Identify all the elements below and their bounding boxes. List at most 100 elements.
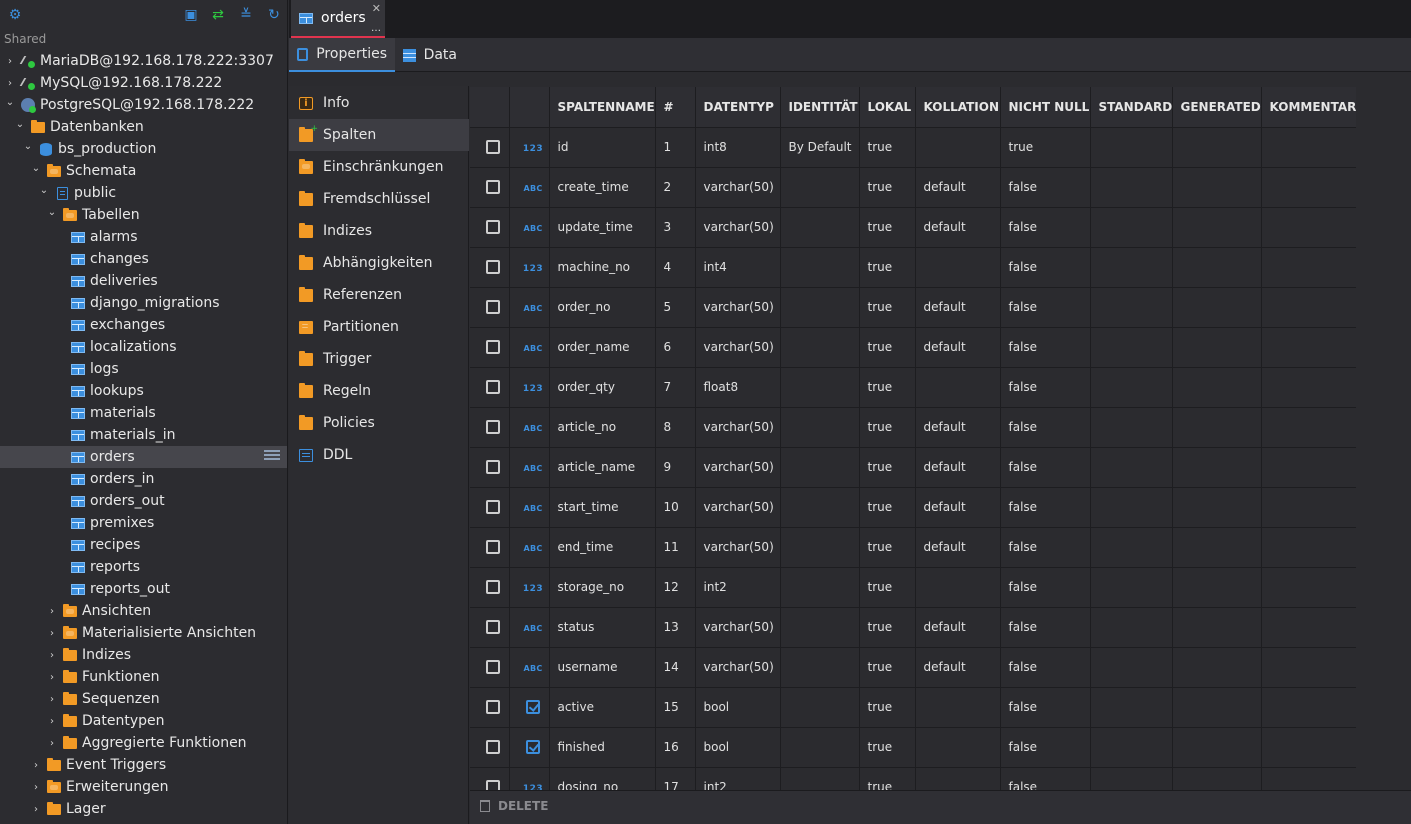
cell-comment[interactable] [1261, 647, 1356, 688]
cell-column-name[interactable]: create_time [549, 167, 656, 208]
chevron-right-icon[interactable]: › [4, 56, 16, 67]
cell-column-name[interactable]: active [549, 687, 656, 728]
tree-folder-aggregierte-funktionen[interactable]: › Aggregierte Funktionen [0, 732, 287, 754]
cell-generated[interactable] [1172, 487, 1262, 528]
cell-generated[interactable] [1172, 327, 1262, 368]
cell-datatype[interactable]: int8 [695, 127, 781, 168]
cell-position[interactable]: 10 [655, 487, 696, 528]
cell-default[interactable] [1090, 487, 1173, 528]
cell-local[interactable]: true [859, 647, 916, 688]
tree-table-exchanges[interactable]: exchanges [0, 314, 287, 336]
property-item-trigger[interactable]: Trigger [289, 343, 469, 375]
cell-position[interactable]: 1 [655, 127, 696, 168]
cell-comment[interactable] [1261, 727, 1356, 768]
row-checkbox[interactable] [486, 340, 501, 355]
column-header-standard[interactable]: STANDARD [1090, 87, 1173, 128]
cell-not-null[interactable]: false [1000, 607, 1091, 648]
cell-column-name[interactable]: status [549, 607, 656, 648]
column-header-spaltenname[interactable]: SPALTENNAME [549, 87, 656, 128]
row-checkbox[interactable] [486, 660, 501, 675]
tree-table-materials[interactable]: materials [0, 402, 287, 424]
cell-identity[interactable] [780, 367, 860, 408]
cell-datatype[interactable]: varchar(50) [695, 207, 781, 248]
chevron-right-icon[interactable]: › [30, 760, 42, 771]
cell-local[interactable]: true [859, 567, 916, 608]
property-item-info[interactable]: i Info [289, 87, 469, 119]
row-checkbox[interactable] [486, 580, 501, 595]
chevron-down-icon[interactable]: ⌄ [38, 185, 50, 196]
cell-position[interactable]: 17 [655, 767, 696, 790]
cell-comment[interactable] [1261, 407, 1356, 448]
cell-generated[interactable] [1172, 527, 1262, 568]
cell-comment[interactable] [1261, 127, 1356, 168]
cell-position[interactable]: 4 [655, 247, 696, 288]
cell-local[interactable]: true [859, 767, 916, 790]
cell-not-null[interactable]: true [1000, 127, 1091, 168]
cell-local[interactable]: true [859, 727, 916, 768]
cell-generated[interactable] [1172, 367, 1262, 408]
tree-table-orders-in[interactable]: orders_in [0, 468, 287, 490]
cell-not-null[interactable]: false [1000, 687, 1091, 728]
cell-position[interactable]: 13 [655, 607, 696, 648]
refresh-icon[interactable]: ↻ [265, 6, 283, 24]
connection-mariadb[interactable]: › MariaDB@192.168.178.222:3307 [0, 50, 287, 72]
cell-default[interactable] [1090, 607, 1173, 648]
connection-mysql[interactable]: › MySQL@192.168.178.222 [0, 72, 287, 94]
cell-local[interactable]: true [859, 127, 916, 168]
cell-position[interactable]: 6 [655, 327, 696, 368]
tree-folder-materialisierte-ansichten[interactable]: › Materialisierte Ansichten [0, 622, 287, 644]
cell-column-name[interactable]: start_time [549, 487, 656, 528]
cell-not-null[interactable]: false [1000, 207, 1091, 248]
chevron-down-icon[interactable]: ⌄ [4, 97, 16, 108]
cell-default[interactable] [1090, 367, 1173, 408]
cell-generated[interactable] [1172, 727, 1262, 768]
cell-datatype[interactable]: varchar(50) [695, 527, 781, 568]
cell-identity[interactable] [780, 567, 860, 608]
cell-collation[interactable]: default [915, 527, 1001, 568]
row-checkbox[interactable] [486, 780, 501, 790]
close-tab-icon[interactable]: ✕ [372, 2, 381, 15]
cell-local[interactable]: true [859, 167, 916, 208]
tree-folder-sequenzen[interactable]: › Sequenzen [0, 688, 287, 710]
chevron-right-icon[interactable]: › [46, 606, 58, 617]
cell-collation[interactable] [915, 127, 1001, 168]
cell-collation[interactable]: default [915, 407, 1001, 448]
table-row[interactable]: ABC username 14 varchar(50) true default false [470, 647, 1356, 688]
tree-table-alarms[interactable]: alarms [0, 226, 287, 248]
cell-column-name[interactable]: end_time [549, 527, 656, 568]
cell-datatype[interactable]: float8 [695, 367, 781, 408]
cell-identity[interactable] [780, 407, 860, 448]
cell-not-null[interactable]: false [1000, 327, 1091, 368]
select-column-header[interactable] [470, 87, 510, 128]
chevron-right-icon[interactable]: › [30, 782, 42, 793]
table-row[interactable]: 123 order_qty 7 float8 true false [470, 367, 1356, 408]
cell-generated[interactable] [1172, 767, 1262, 790]
cell-datatype[interactable]: varchar(50) [695, 407, 781, 448]
cell-position[interactable]: 9 [655, 447, 696, 488]
cell-not-null[interactable]: false [1000, 487, 1091, 528]
cell-identity[interactable] [780, 247, 860, 288]
cell-generated[interactable] [1172, 407, 1262, 448]
cell-comment[interactable] [1261, 367, 1356, 408]
cell-identity[interactable] [780, 487, 860, 528]
cell-not-null[interactable]: false [1000, 727, 1091, 768]
cell-default[interactable] [1090, 527, 1173, 568]
cell-local[interactable]: true [859, 367, 916, 408]
cell-generated[interactable] [1172, 687, 1262, 728]
cell-column-name[interactable]: username [549, 647, 656, 688]
column-header-nicht-null[interactable]: NICHT NULL [1000, 87, 1091, 128]
property-item-regeln[interactable]: Regeln [289, 375, 469, 407]
table-row[interactable]: active 15 bool true false [470, 687, 1356, 728]
row-checkbox[interactable] [486, 540, 501, 555]
cell-comment[interactable] [1261, 327, 1356, 368]
tree-table-localizations[interactable]: localizations [0, 336, 287, 358]
cell-default[interactable] [1090, 407, 1173, 448]
row-checkbox[interactable] [486, 500, 501, 515]
cell-collation[interactable]: default [915, 167, 1001, 208]
cell-collation[interactable]: default [915, 447, 1001, 488]
cell-not-null[interactable]: false [1000, 767, 1091, 790]
cell-collation[interactable] [915, 727, 1001, 768]
chevron-right-icon[interactable]: › [46, 738, 58, 749]
property-item-policies[interactable]: Policies [289, 407, 469, 439]
table-row[interactable]: ABC start_time 10 varchar(50) true default fal… [470, 487, 1356, 528]
